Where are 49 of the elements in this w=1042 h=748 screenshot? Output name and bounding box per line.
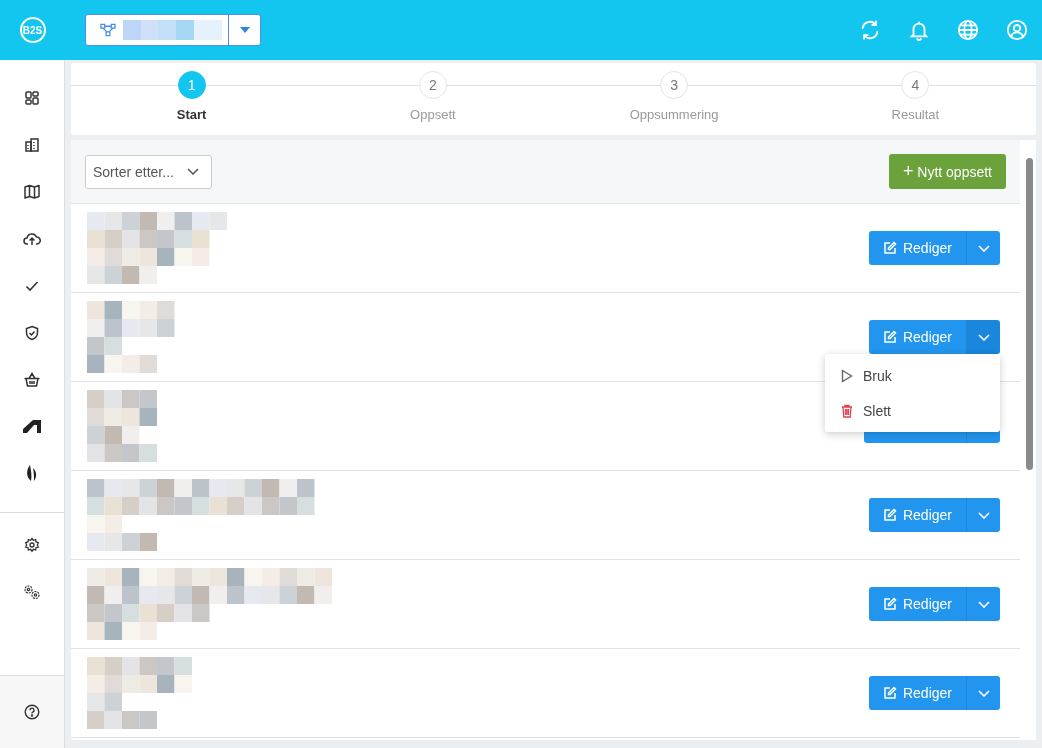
step-number: 3 (660, 71, 689, 99)
new-setup-button[interactable]: + Nytt oppsett (888, 154, 1006, 189)
edit-icon (882, 686, 897, 700)
caret-icon (239, 27, 250, 33)
buildings-icon[interactable] (24, 137, 40, 153)
dropdown-toggle[interactable] (967, 587, 1000, 621)
dropdown-toggle[interactable] (967, 231, 1000, 265)
step-label: Oppsett (410, 107, 456, 122)
edit-button[interactable]: Rediger (868, 587, 967, 621)
edit-icon (882, 241, 897, 255)
menu-item[interactable]: Bruk (825, 358, 1000, 393)
play-icon (841, 368, 853, 383)
ramp-logo-icon[interactable] (23, 419, 41, 433)
edit-icon (882, 330, 897, 344)
step-label: Start (176, 107, 207, 122)
chevron-down-icon (977, 511, 990, 519)
map-icon[interactable] (24, 184, 40, 200)
network-icon (100, 23, 117, 37)
chevron-down-icon (977, 600, 990, 608)
chevron-down-icon (977, 333, 990, 341)
gears-icon[interactable] (23, 584, 41, 600)
dropdown-toggle[interactable] (967, 498, 1000, 532)
step-number: 4 (901, 71, 930, 99)
basket-icon[interactable] (23, 372, 41, 388)
chevron-down-icon (977, 689, 990, 697)
dashboard-icon[interactable] (24, 90, 40, 106)
shield-check-icon[interactable] (24, 325, 40, 341)
edit-button[interactable]: Rediger (868, 498, 967, 532)
project-selector[interactable] (85, 14, 261, 46)
step-label: Resultat (891, 107, 940, 122)
settings-icon[interactable] (24, 537, 40, 553)
edit-icon (882, 597, 897, 611)
help-icon[interactable] (24, 704, 40, 720)
step-label: Oppsummering (629, 107, 719, 122)
sort-dropdown[interactable]: Sorter etter... (85, 154, 212, 189)
cloud-upload-icon[interactable] (23, 231, 41, 247)
edit-button[interactable]: Rediger (868, 320, 967, 354)
dropdown-toggle[interactable] (967, 320, 1000, 354)
step-number: 2 (418, 71, 447, 99)
chevron-down-icon (977, 244, 990, 252)
dropdown-toggle[interactable] (967, 676, 1000, 710)
chevron-down-icon (187, 168, 199, 175)
edit-button[interactable]: Rediger (868, 676, 967, 710)
step-number: 1 (177, 71, 206, 99)
edit-button[interactable]: Rediger (868, 231, 967, 265)
trash-icon (841, 403, 853, 418)
leaf-icon[interactable] (26, 464, 38, 482)
edit-icon (882, 508, 897, 522)
menu-item[interactable]: Slett (825, 393, 1000, 428)
